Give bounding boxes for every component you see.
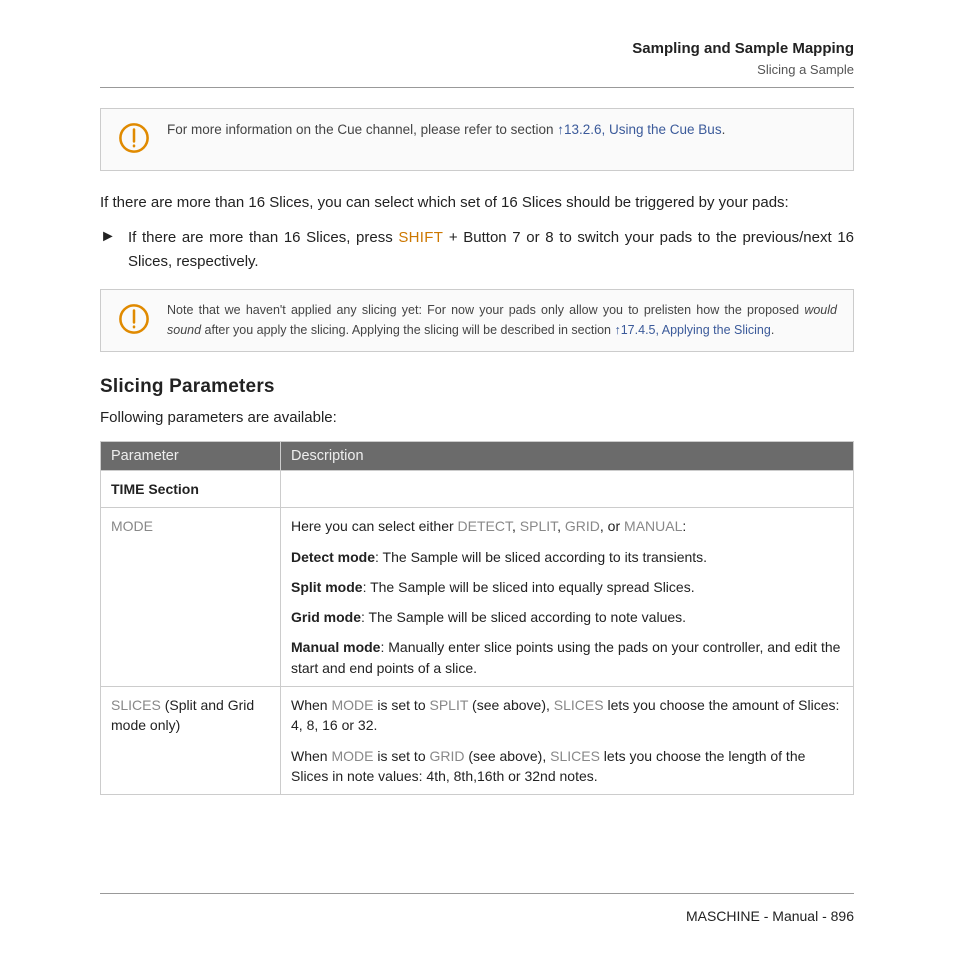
bullet-text: If there are more than 16 Slices, press … <box>128 226 854 273</box>
link-cue-bus[interactable]: ↑13.2.6, Using the Cue Bus <box>557 122 721 137</box>
cell-slices-description: When MODE is set to SPLIT (see above), S… <box>281 687 854 795</box>
page: Sampling and Sample Mapping Slicing a Sa… <box>0 0 954 954</box>
paragraph-following: Following parameters are available: <box>100 406 854 429</box>
info-icon <box>117 302 151 341</box>
paragraph-intro: If there are more than 16 Slices, you ca… <box>100 191 854 214</box>
cell-empty <box>281 471 854 508</box>
table-row: MODE Here you can select either DETECT, … <box>101 508 854 687</box>
note-text: Note that we haven't applied any slicing… <box>167 300 837 340</box>
triangle-bullet-icon: ► <box>100 226 128 273</box>
page-footer: MASCHINE - Manual - 896 <box>100 893 854 924</box>
slices-grid-desc: When MODE is set to GRID (see above), SL… <box>291 746 843 787</box>
section-title: Slicing a Sample <box>100 62 854 77</box>
grid-mode: Grid mode: The Sample will be sliced acc… <box>291 607 843 627</box>
chapter-title: Sampling and Sample Mapping <box>100 40 854 57</box>
table-header-row: Parameter Description <box>101 442 854 471</box>
note-cue-channel: For more information on the Cue channel,… <box>100 108 854 171</box>
page-number: 896 <box>831 908 854 924</box>
manual-mode: Manual mode: Manually enter slice points… <box>291 637 843 678</box>
subheading-slicing-parameters: Slicing Parameters <box>100 376 854 398</box>
shift-key-label: SHIFT <box>398 229 443 246</box>
note-text: For more information on the Cue channel,… <box>167 119 725 141</box>
col-description-header: Description <box>281 442 854 471</box>
table-row: SLICES (Split and Grid mode only) When M… <box>101 687 854 795</box>
cell-mode-description: Here you can select either DETECT, SPLIT… <box>281 508 854 687</box>
parameters-table: Parameter Description TIME Section MODE … <box>100 441 854 795</box>
detect-mode: Detect mode: The Sample will be sliced a… <box>291 547 843 567</box>
table-row: TIME Section <box>101 471 854 508</box>
slices-split-desc: When MODE is set to SPLIT (see above), S… <box>291 695 843 736</box>
footer-product: MASCHINE - Manual - <box>686 908 831 924</box>
link-applying-slicing[interactable]: ↑17.4.5, Applying the Slicing <box>614 323 770 337</box>
note-apply-slicing: Note that we haven't applied any slicing… <box>100 289 854 352</box>
page-header: Sampling and Sample Mapping Slicing a Sa… <box>100 40 854 88</box>
bullet-item: ► If there are more than 16 Slices, pres… <box>100 226 854 273</box>
cell-mode-label: MODE <box>101 508 281 687</box>
col-parameter-header: Parameter <box>101 442 281 471</box>
mode-intro: Here you can select either DETECT, SPLIT… <box>291 516 843 536</box>
split-mode: Split mode: The Sample will be sliced in… <box>291 577 843 597</box>
info-icon <box>117 121 151 160</box>
cell-time-section: TIME Section <box>101 471 281 508</box>
cell-slices-label: SLICES (Split and Grid mode only) <box>101 687 281 795</box>
